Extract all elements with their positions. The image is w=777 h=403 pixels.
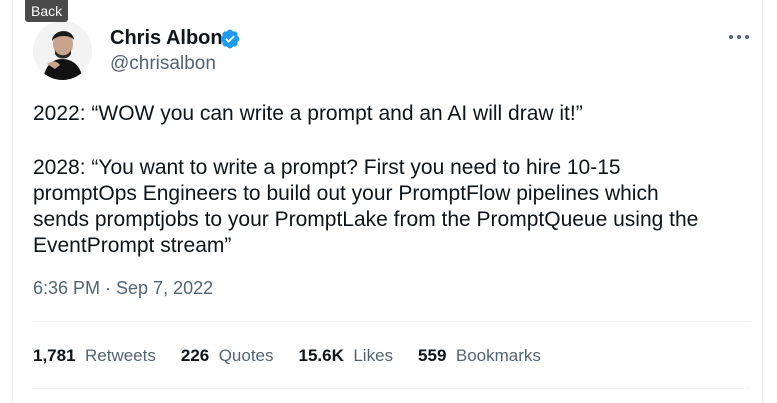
more-icon[interactable]	[727, 32, 751, 42]
stat-label: Bookmarks	[455, 346, 541, 365]
tweet-timestamp[interactable]: 6:36 PM · Sep 7, 2022	[33, 277, 213, 299]
back-button[interactable]: Back	[25, 0, 69, 22]
stat-quotes[interactable]: 226 Quotes	[181, 345, 274, 367]
stat-count: 15.6K	[298, 346, 349, 365]
tweet-line: promptOps Engineers to build out your Pr…	[33, 182, 659, 205]
stat-count: 226	[180, 346, 214, 365]
author-handle[interactable]: @chrisalbon	[110, 53, 216, 75]
tweet-line: 2028: “You want to write a prompt? First…	[33, 156, 621, 179]
stat-label: Retweets	[85, 346, 156, 365]
stat-retweets[interactable]: 1,781 Retweets	[33, 345, 156, 367]
tweet-line: EventPrompt stream”	[33, 234, 232, 257]
stat-label: Likes	[353, 346, 394, 365]
tweet-text: 2022: “WOW you can write a prompt and an…	[33, 101, 751, 259]
engagement-stats: 1,781 Retweets 226 Quotes 15.6K Likes 55…	[33, 345, 566, 367]
divider	[33, 321, 750, 322]
divider	[33, 388, 750, 389]
avatar-photo	[33, 21, 92, 80]
avatar[interactable]	[33, 21, 92, 80]
stat-likes[interactable]: 15.6K Likes	[299, 345, 394, 367]
tweet-line: 2022: “WOW you can write a prompt and an…	[33, 102, 583, 125]
stat-bookmarks[interactable]: 559 Bookmarks	[418, 345, 541, 367]
stat-count: 1,781	[33, 346, 81, 365]
verified-badge-icon	[220, 29, 240, 49]
tweet-line: sends promptjobs to your PromptLake from…	[33, 208, 699, 231]
stat-label: Quotes	[218, 346, 274, 365]
stat-count: 559	[418, 346, 452, 365]
author-name[interactable]: Chris Albon	[110, 26, 223, 50]
